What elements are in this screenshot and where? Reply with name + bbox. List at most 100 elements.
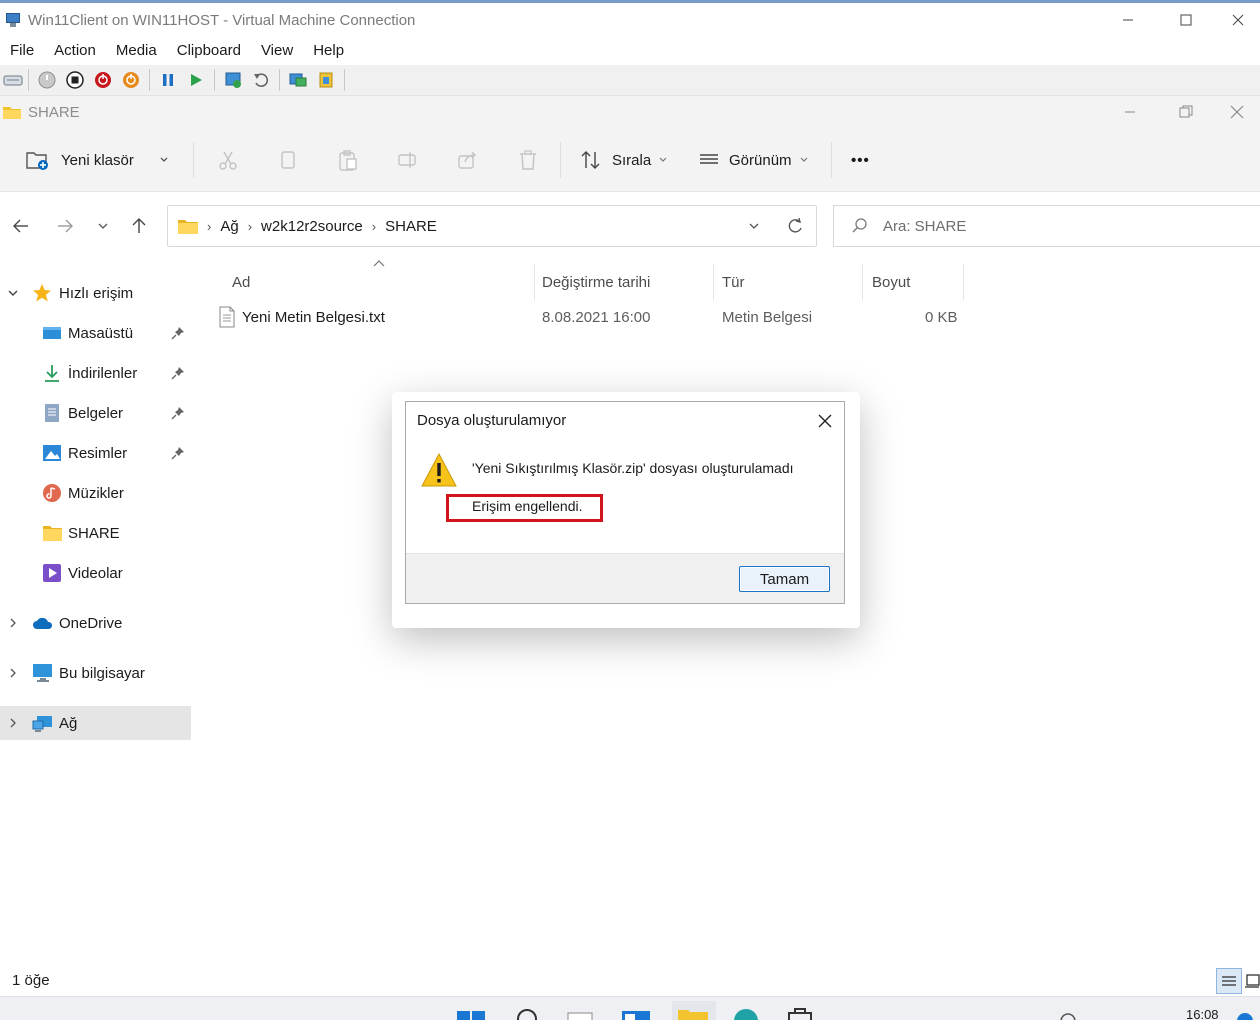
- edge-browser-icon: [734, 1009, 758, 1020]
- sidebar-item-documents[interactable]: Belgeler: [0, 396, 191, 430]
- sidebar-item-onedrive[interactable]: OneDrive: [0, 606, 191, 640]
- warning-icon: [421, 452, 457, 487]
- resume-button[interactable]: [182, 68, 210, 92]
- start-icon: [38, 71, 56, 89]
- cut-button[interactable]: [217, 144, 239, 176]
- file-explorer-taskbar-icon: [672, 1001, 716, 1020]
- ctrl-alt-del-button[interactable]: [2, 68, 24, 92]
- forward-button[interactable]: [51, 212, 79, 240]
- sidebar-item-this-pc[interactable]: Bu bilgisayar: [0, 656, 191, 690]
- breadcrumb-share[interactable]: SHARE: [385, 218, 437, 235]
- turn-off-icon: [66, 71, 84, 89]
- details-view-button[interactable]: [1216, 968, 1242, 994]
- explorer-window-title: SHARE: [28, 103, 80, 121]
- search-box[interactable]: Ara: SHARE: [833, 205, 1260, 247]
- up-button[interactable]: [125, 212, 153, 240]
- revert-button[interactable]: [247, 68, 275, 92]
- file-row[interactable]: Yeni Metin Belgesi.txt 8.08.2021 16:00 M…: [191, 300, 971, 334]
- view-button[interactable]: Görünüm: [698, 144, 810, 176]
- chevron-down-icon: [160, 157, 168, 162]
- enhanced-session-button[interactable]: [284, 68, 312, 92]
- pictures-icon: [42, 443, 62, 463]
- vm-close-button[interactable]: [1215, 3, 1260, 37]
- menu-help[interactable]: Help: [303, 37, 354, 65]
- chevron-right-icon[interactable]: [6, 616, 20, 630]
- sidebar-item-network[interactable]: Ağ: [0, 706, 191, 740]
- sidebar-item-downloads[interactable]: İndirilenler: [0, 356, 191, 390]
- download-icon: [42, 363, 62, 383]
- command-separator: [831, 142, 832, 178]
- column-divider[interactable]: [534, 264, 535, 300]
- sort-button[interactable]: Sırala: [580, 144, 669, 176]
- search-icon: [852, 218, 867, 233]
- sidebar-item-label: Masaüstü: [68, 324, 134, 342]
- toolbar-separator: [28, 69, 29, 91]
- music-icon: [42, 483, 62, 503]
- menu-file[interactable]: File: [0, 37, 44, 65]
- sidebar-item-quick-access[interactable]: Hızlı erişim: [0, 276, 191, 310]
- cut-icon: [219, 151, 237, 170]
- column-divider[interactable]: [862, 264, 863, 300]
- close-icon: [818, 414, 832, 428]
- dialog-title: Dosya oluşturulamıyor: [417, 412, 567, 429]
- column-header-modified[interactable]: Değiştirme tarihi: [542, 266, 650, 298]
- new-folder-button[interactable]: Yeni klasör: [25, 144, 170, 176]
- more-options-button[interactable]: •••: [851, 144, 870, 176]
- share-file-button[interactable]: [457, 144, 479, 176]
- command-separator: [560, 142, 561, 178]
- menu-clipboard[interactable]: Clipboard: [167, 37, 251, 65]
- chevron-right-icon[interactable]: [6, 716, 20, 730]
- start-button[interactable]: [33, 68, 61, 92]
- back-button[interactable]: [7, 212, 35, 240]
- chevron-down-icon: [800, 157, 807, 162]
- column-header-size[interactable]: Boyut: [872, 266, 910, 298]
- sidebar-item-videos[interactable]: Videolar: [0, 556, 191, 590]
- column-divider[interactable]: [963, 264, 964, 300]
- copy-icon: [281, 151, 295, 169]
- address-bar[interactable]: › Ağ › w2k12r2source › SHARE: [167, 205, 817, 247]
- breadcrumb-network[interactable]: Ağ: [220, 218, 238, 235]
- column-header-type[interactable]: Tür: [722, 266, 745, 298]
- chevron-down-icon[interactable]: [6, 286, 20, 300]
- menu-view[interactable]: View: [251, 37, 303, 65]
- paste-icon: [339, 150, 357, 171]
- paste-button[interactable]: [337, 144, 359, 176]
- checkpoint-button[interactable]: [219, 68, 247, 92]
- column-header-name[interactable]: Ad: [232, 266, 250, 298]
- explorer-minimize-button[interactable]: [1101, 96, 1159, 128]
- share-icon: [458, 151, 476, 169]
- sidebar-item-share[interactable]: SHARE: [0, 516, 191, 550]
- taskbar-clock[interactable]: 16:08: [1186, 1007, 1219, 1020]
- explorer-close-button[interactable]: [1214, 96, 1260, 128]
- sidebar-item-pictures[interactable]: Resimler: [0, 436, 191, 470]
- delete-button[interactable]: [517, 144, 539, 176]
- share-button[interactable]: [312, 68, 340, 92]
- breadcrumb-server[interactable]: w2k12r2source: [261, 218, 363, 235]
- vm-maximize-button[interactable]: [1157, 3, 1215, 37]
- turn-off-button[interactable]: [61, 68, 89, 92]
- dialog-close-button[interactable]: [812, 408, 838, 434]
- folder-icon: [178, 220, 198, 234]
- sidebar-item-label: Resimler: [68, 444, 128, 462]
- save-state-button[interactable]: [117, 68, 145, 92]
- sidebar-item-label: Ağ: [59, 714, 78, 732]
- resume-icon: [191, 74, 202, 86]
- ok-button[interactable]: Tamam: [739, 566, 830, 592]
- recent-locations-button[interactable]: [89, 212, 117, 240]
- pause-button[interactable]: [154, 68, 182, 92]
- chevron-right-icon[interactable]: [6, 666, 20, 680]
- rename-button[interactable]: [397, 144, 419, 176]
- view-list-icon: [700, 154, 718, 164]
- checkpoint-icon: [225, 72, 241, 88]
- menu-action[interactable]: Action: [44, 37, 106, 65]
- column-divider[interactable]: [713, 264, 714, 300]
- menu-media[interactable]: Media: [106, 37, 167, 65]
- tiles-view-button[interactable]: [1244, 968, 1260, 994]
- explorer-restore-button[interactable]: [1157, 96, 1215, 128]
- sidebar-item-music[interactable]: Müzikler: [0, 476, 191, 510]
- sidebar-item-label: Videolar: [68, 564, 123, 582]
- copy-button[interactable]: [277, 144, 299, 176]
- vm-minimize-button[interactable]: [1099, 3, 1157, 37]
- shutdown-button[interactable]: [89, 68, 117, 92]
- sidebar-item-desktop[interactable]: Masaüstü: [0, 316, 191, 350]
